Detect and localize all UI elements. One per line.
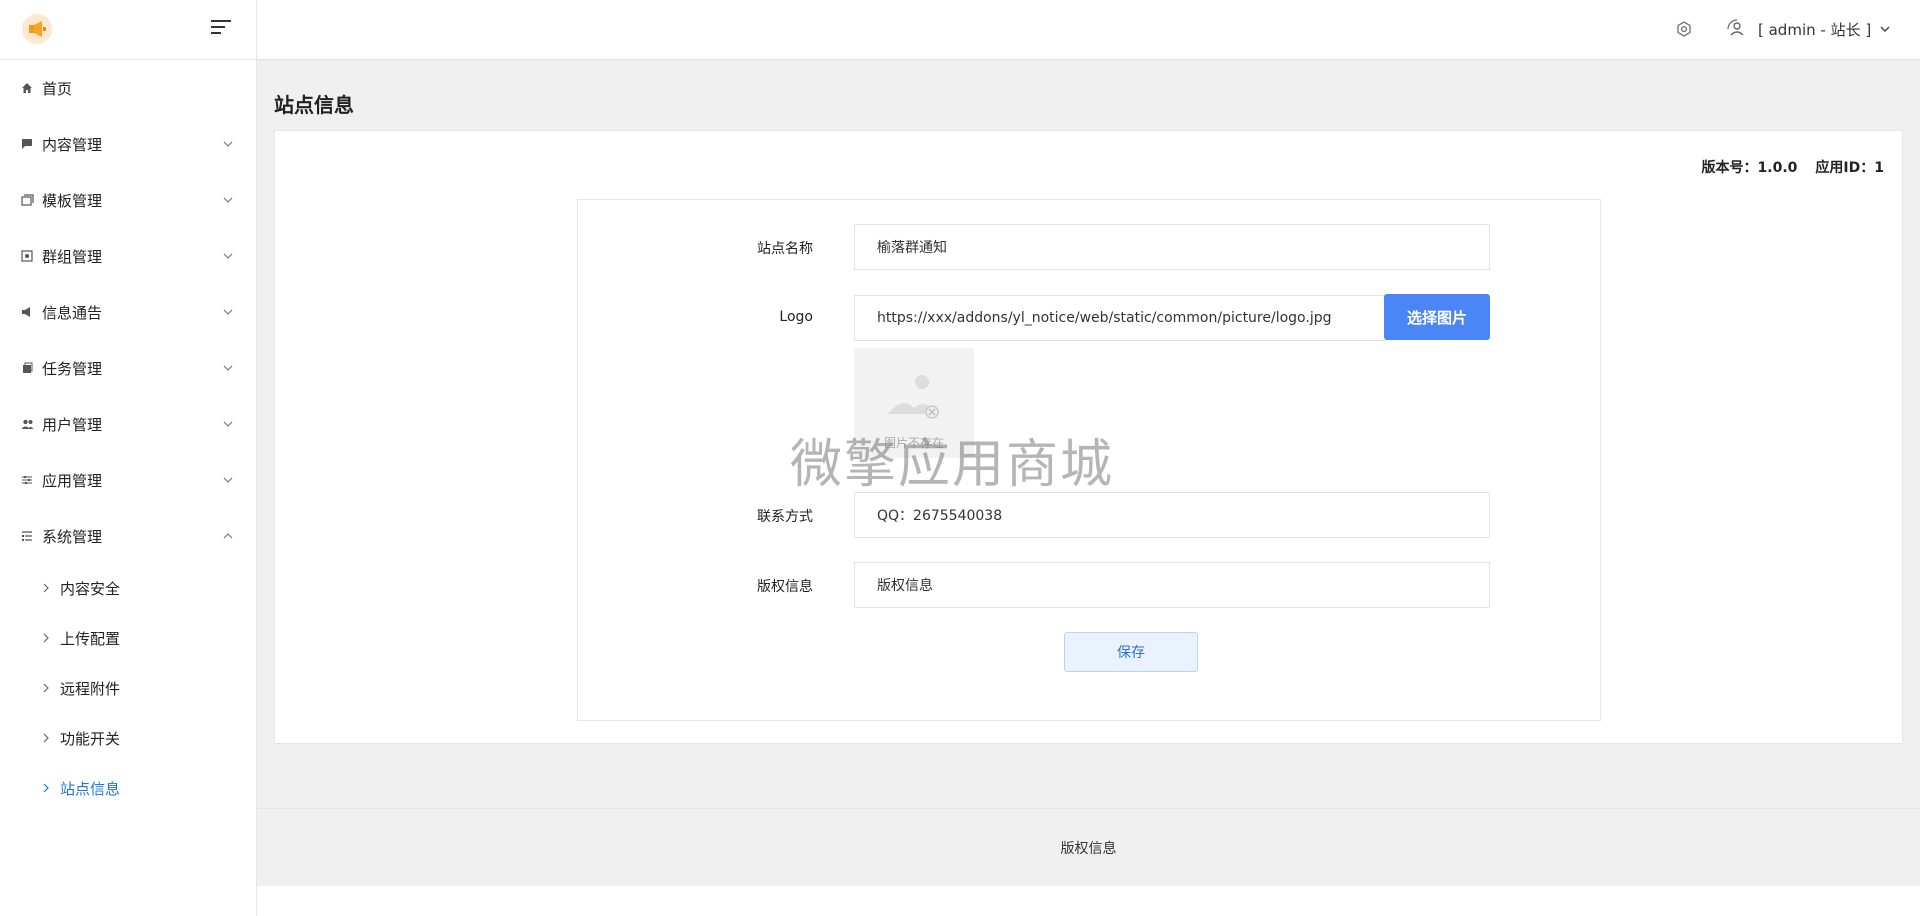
version-number: 版本号：1.0.0 bbox=[1701, 160, 1798, 176]
sidebar: 首页 内容管理 模板管理 群组管理 信息通告 任务管理 用户管理 应用管理 系统… bbox=[0, 0, 257, 916]
sidebar-item-label: 用户管理 bbox=[42, 415, 103, 434]
list-icon bbox=[20, 529, 34, 543]
sidebar-item-label: 任务管理 bbox=[42, 359, 103, 378]
chevron-right-icon bbox=[43, 583, 49, 593]
user-switch-icon bbox=[1727, 19, 1744, 36]
sidebar-item-label: 应用管理 bbox=[42, 471, 103, 490]
select-image-button[interactable]: 选择图片 bbox=[1384, 294, 1490, 340]
sidebar-item-label: 首页 bbox=[42, 79, 73, 98]
sidebar-item-label: 模板管理 bbox=[42, 191, 103, 210]
chevron-up-icon bbox=[223, 533, 233, 539]
chevron-down-icon bbox=[223, 253, 233, 259]
collapse-menu-icon[interactable] bbox=[211, 20, 231, 38]
chevron-down-icon bbox=[223, 421, 233, 427]
sidebar-subitem-label: 内容安全 bbox=[60, 579, 121, 598]
sidebar-subitem-remote-attachments[interactable]: 远程附件 bbox=[0, 670, 256, 706]
template-icon bbox=[20, 193, 34, 207]
save-button[interactable]: 保存 bbox=[1064, 632, 1198, 672]
megaphone-icon bbox=[20, 305, 34, 319]
megaphone-logo-icon bbox=[29, 21, 46, 37]
sidebar-item-home[interactable]: 首页 bbox=[0, 68, 256, 108]
chevron-right-icon bbox=[43, 683, 49, 693]
sidebar-item-tasks[interactable]: 任务管理 bbox=[0, 348, 256, 388]
chevron-down-icon bbox=[223, 141, 233, 147]
image-missing-text: 图片不存在 bbox=[883, 436, 944, 450]
copyright-input[interactable]: 版权信息 bbox=[854, 562, 1490, 608]
comment-icon bbox=[20, 137, 34, 151]
top-header: [ admin - 站长 ] bbox=[257, 0, 1920, 60]
chevron-down-icon bbox=[223, 477, 233, 483]
sidebar-subitem-content-security[interactable]: 内容安全 bbox=[0, 570, 256, 606]
sidebar-item-label: 系统管理 bbox=[42, 527, 103, 546]
home-icon bbox=[20, 81, 34, 95]
footer: 版权信息 bbox=[257, 808, 1920, 887]
app-logo[interactable] bbox=[22, 14, 52, 44]
logo-preview: 图片不存在 bbox=[854, 348, 974, 458]
chevron-down-icon bbox=[223, 365, 233, 371]
sidebar-item-system[interactable]: 系统管理 bbox=[0, 516, 256, 556]
sidebar-item-content[interactable]: 内容管理 bbox=[0, 124, 256, 164]
users-icon bbox=[20, 417, 34, 431]
chevron-right-icon bbox=[43, 733, 49, 743]
sidebar-item-templates[interactable]: 模板管理 bbox=[0, 180, 256, 220]
sliders-icon bbox=[20, 473, 34, 487]
settings-hexagon-icon[interactable] bbox=[1675, 20, 1693, 38]
chevron-down-icon bbox=[223, 197, 233, 203]
logo-label: Logo bbox=[779, 309, 813, 325]
contact-input[interactable]: QQ：2675540038 bbox=[854, 492, 1490, 538]
site-name-label: 站点名称 bbox=[757, 241, 813, 257]
chevron-right-icon bbox=[43, 633, 49, 643]
content-card: 版本号：1.0.0 应用ID：1 站点名称 榆落群通知 Logo https://… bbox=[274, 130, 1903, 744]
sidebar-item-label: 信息通告 bbox=[42, 303, 103, 322]
sidebar-subitem-upload-config[interactable]: 上传配置 bbox=[0, 620, 256, 656]
task-icon bbox=[20, 361, 34, 375]
sidebar-subitem-label: 远程附件 bbox=[60, 679, 121, 698]
page-title: 站点信息 bbox=[274, 93, 354, 117]
sidebar-subitem-feature-switches[interactable]: 功能开关 bbox=[0, 720, 256, 756]
group-icon bbox=[20, 249, 34, 263]
chevron-right-icon bbox=[43, 783, 49, 793]
image-broken-icon bbox=[888, 375, 940, 419]
sidebar-item-label: 内容管理 bbox=[42, 135, 103, 154]
copyright-label: 版权信息 bbox=[757, 579, 813, 595]
logo-url-input[interactable]: https://xxx/addons/yl_notice/web/static/… bbox=[854, 295, 1386, 341]
bottom-strip bbox=[257, 886, 1920, 916]
sidebar-item-groups[interactable]: 群组管理 bbox=[0, 236, 256, 276]
sidebar-subitem-label: 功能开关 bbox=[60, 729, 121, 748]
sidebar-item-users[interactable]: 用户管理 bbox=[0, 404, 256, 444]
sidebar-subitem-site-info[interactable]: 站点信息 bbox=[0, 770, 256, 806]
contact-label: 联系方式 bbox=[757, 509, 813, 525]
site-info-form: 站点名称 榆落群通知 Logo https://xxx/addons/yl_no… bbox=[577, 199, 1601, 721]
sidebar-item-notices[interactable]: 信息通告 bbox=[0, 292, 256, 332]
chevron-down-icon bbox=[223, 309, 233, 315]
footer-copyright: 版权信息 bbox=[1060, 841, 1117, 857]
chevron-down-icon bbox=[1880, 26, 1890, 33]
sidebar-subitem-label: 站点信息 bbox=[60, 779, 121, 798]
site-name-input[interactable]: 榆落群通知 bbox=[854, 224, 1490, 270]
user-name: [ admin - 站长 ] bbox=[1758, 20, 1872, 39]
sidebar-item-apps[interactable]: 应用管理 bbox=[0, 460, 256, 500]
sidebar-item-label: 群组管理 bbox=[42, 247, 103, 266]
app-id: 应用ID：1 bbox=[1815, 160, 1884, 176]
sidebar-header bbox=[0, 0, 256, 60]
version-info: 版本号：1.0.0 应用ID：1 bbox=[1702, 157, 1884, 177]
sidebar-subitem-label: 上传配置 bbox=[60, 629, 121, 648]
user-menu[interactable]: [ admin - 站长 ] bbox=[1726, 14, 1891, 44]
